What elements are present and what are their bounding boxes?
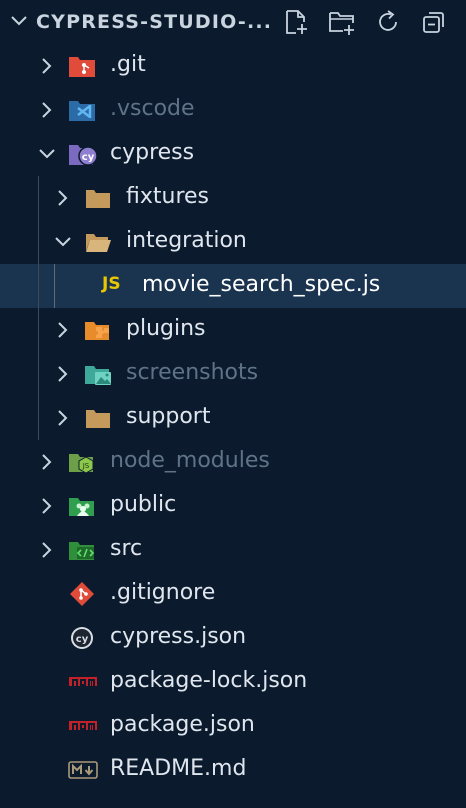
- cypress-icon: cy: [68, 625, 96, 651]
- tree-folder-row[interactable]: screenshots: [0, 352, 466, 396]
- svg-text:cy: cy: [76, 634, 89, 645]
- tree-folder-row[interactable]: integration: [0, 220, 466, 264]
- tree-item-label: .gitignore: [110, 580, 216, 605]
- vscode-folder-icon: [68, 97, 96, 123]
- public-folder-icon: [68, 493, 96, 519]
- new-folder-icon[interactable]: [326, 6, 358, 38]
- chevron-right-icon[interactable]: [52, 187, 74, 209]
- refresh-icon[interactable]: [372, 6, 404, 38]
- chevron-right-icon[interactable]: [36, 99, 58, 121]
- tree-file-row[interactable]: README.md: [0, 748, 466, 792]
- git-folder-icon: [68, 53, 96, 79]
- chevron-down-icon[interactable]: [52, 231, 74, 253]
- indent-guide: [38, 176, 39, 440]
- git-icon: [68, 581, 96, 607]
- tree-item-label: src: [110, 536, 143, 561]
- tree-file-row[interactable]: .gitignore: [0, 572, 466, 616]
- node-folder-icon: JS: [68, 449, 96, 475]
- chevron-right-icon[interactable]: [52, 407, 74, 429]
- js-file-icon: JS: [102, 274, 121, 294]
- explorer-header: CYPRESS-STUDIO-...: [0, 0, 466, 46]
- tree-item-label: public: [110, 492, 177, 517]
- chevron-down-icon[interactable]: [8, 10, 30, 32]
- tree-item-label: cypress: [110, 140, 195, 165]
- src-folder-icon: [68, 537, 96, 563]
- tree-item-label: screenshots: [126, 360, 259, 385]
- tree-item-label: plugins: [126, 316, 206, 341]
- new-file-icon[interactable]: [280, 6, 312, 38]
- chevron-right-icon[interactable]: [52, 319, 74, 341]
- svg-text:JS: JS: [82, 462, 90, 470]
- tree-item-label: node_modules: [110, 448, 270, 473]
- chevron-right-icon[interactable]: [36, 539, 58, 561]
- tree-file-row[interactable]: package-lock.json: [0, 660, 466, 704]
- tree-item-label: .git: [110, 52, 146, 77]
- cypress-folder-icon: cy: [68, 141, 98, 167]
- markdown-icon: [68, 757, 98, 783]
- tree-item-label: package-lock.json: [110, 668, 308, 693]
- chevron-right-icon[interactable]: [36, 55, 58, 77]
- tree-file-row[interactable]: package.json: [0, 704, 466, 748]
- file-tree: .git .vscode cy cypress fixtures integration J…: [0, 44, 466, 792]
- tree-folder-row[interactable]: public: [0, 484, 466, 528]
- chevron-down-icon[interactable]: [36, 143, 58, 165]
- folder-open-icon: [84, 229, 112, 255]
- tree-folder-row[interactable]: support: [0, 396, 466, 440]
- tree-folder-row[interactable]: .vscode: [0, 88, 466, 132]
- plugin-folder-icon: [84, 317, 112, 343]
- tree-folder-row[interactable]: .git: [0, 44, 466, 88]
- tree-item-label: README.md: [110, 756, 247, 781]
- tree-item-label: integration: [126, 228, 247, 253]
- tree-item-label: movie_search_spec.js: [142, 272, 381, 297]
- npm-icon: [68, 713, 97, 739]
- tree-folder-row[interactable]: JS node_modules: [0, 440, 466, 484]
- collapse-all-icon[interactable]: [418, 6, 450, 38]
- tree-item-label: cypress.json: [110, 624, 247, 649]
- tree-folder-row[interactable]: fixtures: [0, 176, 466, 220]
- tree-item-label: .vscode: [110, 96, 195, 121]
- tree-file-row[interactable]: JS movie_search_spec.js: [0, 264, 466, 308]
- tree-folder-row[interactable]: plugins: [0, 308, 466, 352]
- indent-guide: [54, 264, 55, 308]
- tree-folder-row[interactable]: cy cypress: [0, 132, 466, 176]
- folder-icon: [84, 405, 112, 431]
- chevron-right-icon[interactable]: [36, 451, 58, 473]
- tree-item-label: support: [126, 404, 211, 429]
- svg-text:cy: cy: [82, 152, 95, 163]
- project-title[interactable]: CYPRESS-STUDIO-...: [36, 11, 272, 33]
- images-folder-icon: [84, 361, 112, 387]
- explorer-actions: [280, 6, 450, 38]
- tree-item-label: fixtures: [126, 184, 210, 209]
- folder-icon: [84, 185, 112, 211]
- npm-icon: [68, 669, 97, 695]
- tree-folder-row[interactable]: src: [0, 528, 466, 572]
- chevron-right-icon[interactable]: [52, 363, 74, 385]
- chevron-right-icon[interactable]: [36, 495, 58, 517]
- tree-item-label: package.json: [110, 712, 255, 737]
- tree-file-row[interactable]: cy cypress.json: [0, 616, 466, 660]
